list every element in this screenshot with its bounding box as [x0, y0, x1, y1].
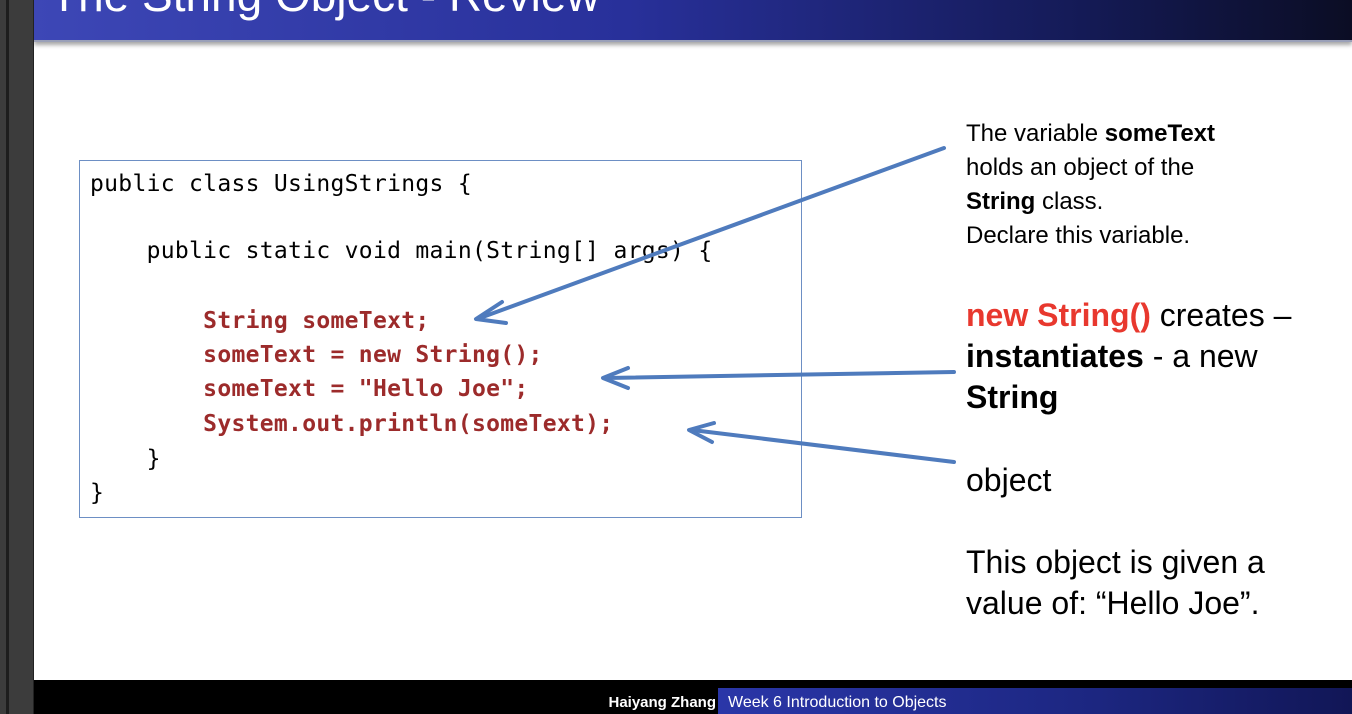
footer-course-title: Week 6 Introduction to Objects [728, 694, 947, 711]
arrow-to-declaration [478, 146, 946, 320]
window-frame-line [6, 0, 9, 714]
arrows-layer [474, 146, 956, 464]
arrow-to-instantiation [604, 370, 956, 380]
arrow-to-object [690, 428, 956, 464]
slide: The String Object - Review public class … [34, 0, 1352, 714]
footer: Haiyang Zhang Week 6 Introduction to Obj… [34, 680, 1352, 714]
footer-author: Haiyang Zhang [608, 694, 716, 711]
window-frame-edge [0, 0, 34, 714]
footer-course-bar: Week 6 Introduction to Objects [718, 688, 1352, 714]
